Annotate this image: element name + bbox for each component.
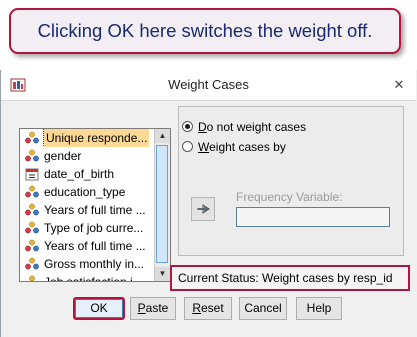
variable-label: Years of full time ... <box>44 239 146 253</box>
instruction-callout: Clicking OK here switches the weight off… <box>9 8 401 54</box>
cancel-button[interactable]: Cancel <box>239 297 287 320</box>
reset-button[interactable]: Reset <box>184 297 232 320</box>
variable-list-item[interactable]: Unique responde... <box>20 129 149 147</box>
variable-label: date_of_birth <box>44 167 115 181</box>
do-not-weight-label: Do not weight cases <box>198 120 307 134</box>
nominal-variable-icon <box>24 239 40 253</box>
variable-list-item[interactable]: date_of_birth <box>20 165 149 183</box>
callout-text: Clicking OK here switches the weight off… <box>37 20 373 41</box>
variable-list-item[interactable]: education_type <box>20 183 149 201</box>
current-status: Current Status: Weight cases by resp_id <box>170 265 410 291</box>
variable-list-item[interactable]: gender <box>20 147 149 165</box>
variable-label: Years of full time ... <box>44 203 146 217</box>
close-button[interactable]: ✕ <box>390 77 408 93</box>
variable-label: Type of job curre... <box>44 221 144 235</box>
date-variable-icon <box>24 167 40 181</box>
variable-list-item[interactable]: Job satisfaction i... <box>20 273 149 282</box>
do-not-weight-radio[interactable] <box>182 121 193 132</box>
weight-cases-by-label: Weight cases by <box>198 140 286 154</box>
nominal-variable-icon <box>24 203 40 217</box>
close-icon: ✕ <box>393 77 405 92</box>
variable-list-item[interactable]: Years of full time ... <box>20 237 149 255</box>
help-button[interactable]: Help <box>296 297 342 320</box>
weight-cases-by-radio[interactable] <box>182 141 193 152</box>
variable-label: education_type <box>44 185 126 199</box>
nominal-variable-icon <box>24 149 40 163</box>
variable-label: Job satisfaction i... <box>44 275 143 282</box>
nominal-variable-icon <box>24 257 40 271</box>
nominal-variable-icon <box>24 275 40 281</box>
variable-label: Unique responde... <box>42 129 149 147</box>
right-arrow-icon <box>197 204 210 214</box>
weight-cases-dialog: Weight Cases ✕ Unique responde... gender d… <box>0 70 417 337</box>
scroll-down-arrow-icon[interactable]: ▼ <box>155 267 170 281</box>
weight-options-group: Do not weight cases Weight cases by Freq… <box>178 106 404 256</box>
variable-label: Gross monthly in... <box>44 257 145 271</box>
ok-button[interactable]: OK <box>73 297 125 320</box>
variable-label: gender <box>44 149 82 163</box>
variable-list-item[interactable]: Years of full time ... <box>20 201 149 219</box>
paste-button[interactable]: Paste <box>130 297 176 320</box>
variable-list-item[interactable]: Type of job curre... <box>20 219 149 237</box>
frequency-variable-label: Frequency Variable: <box>236 190 343 204</box>
nominal-variable-icon <box>24 221 40 235</box>
frequency-variable-field[interactable] <box>236 207 390 227</box>
variable-list-item[interactable]: Gross monthly in... <box>20 255 149 273</box>
variable-list-scrollbar[interactable]: ▲ ▼ <box>154 129 170 281</box>
nominal-variable-icon <box>24 185 40 199</box>
variable-list[interactable]: Unique responde... gender date_of_birthedu… <box>19 128 171 282</box>
move-variable-button[interactable] <box>191 197 215 221</box>
window-title: Weight Cases <box>168 77 249 92</box>
scroll-up-arrow-icon[interactable]: ▲ <box>155 129 170 143</box>
nominal-variable-icon <box>24 131 40 145</box>
title-bar: Weight Cases ✕ <box>1 70 416 101</box>
scroll-thumb[interactable] <box>156 145 168 263</box>
